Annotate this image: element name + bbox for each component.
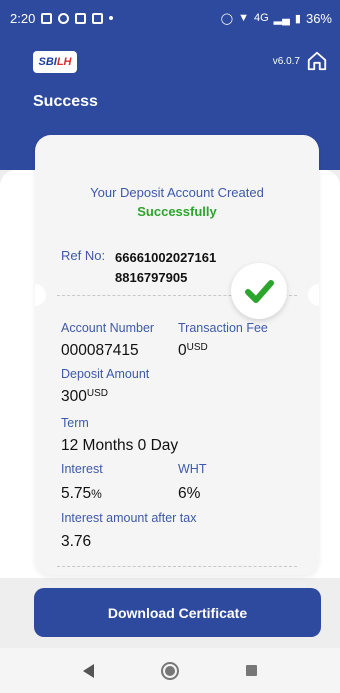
wifi-icon: ▼ [238,12,249,24]
sbilh-logo: SBI LH [33,51,77,73]
recent-apps-icon[interactable] [245,665,257,676]
vibrate-icon: ◯ [220,12,234,25]
battery-level: 36% [305,10,332,26]
card-notch-left [35,284,46,306]
transaction-fee-label: Transaction Fee [178,321,268,335]
term-value: 12 Months 0 Day [61,437,179,454]
youtube-notification-icon [92,12,104,24]
success-message: Your Deposit Account Created [90,185,264,200]
transaction-fee-value: 0USD [178,342,208,360]
logo-text-sbi: SBI [38,56,57,68]
page-title: Success [33,93,98,110]
gallery-notification-icon [41,12,53,24]
wht-value: 6% [178,485,201,502]
transaction-fee-unit: USD [186,342,208,353]
account-number-value: 000087415 [61,342,139,359]
app-version: v6.0.7 [272,56,300,67]
video-notification-icon [75,12,87,24]
back-icon[interactable] [83,663,95,678]
download-certificate-button[interactable]: Download Certificate [34,588,321,637]
deposit-amount: 300 [61,388,87,405]
card-notch-right [308,284,319,306]
network-type: 4G [253,12,269,24]
logo-text-lh: LH [56,56,72,68]
interest-label: Interest [61,462,103,476]
interest-value: 5.75% [61,485,102,503]
status-left: 2:20 [10,10,114,26]
interest-after-tax-label: Interest amount after tax [61,511,197,525]
wht-label: WHT [178,462,207,476]
transaction-fee-amount: 0 [178,342,187,359]
facebook-notification-icon [58,12,70,24]
home-icon[interactable] [306,50,328,72]
interest-unit: % [91,487,102,501]
nav-home-dot [164,665,175,676]
ref-label: Ref No: [61,248,106,263]
check-mark [245,280,274,303]
status-right: ◯ ▼ 4G ▂▄ ▮ 36% [221,11,332,26]
account-number-label: Account Number [61,321,155,335]
deposit-amount-value: 300USD [61,388,108,406]
divider-dashed-bottom [57,566,297,567]
status-time: 2:20 [10,10,36,26]
battery-icon: ▮ [294,12,301,25]
nav-home-icon[interactable] [160,661,179,680]
more-notifications-icon [109,16,114,20]
interest-after-tax-value: 3.76 [61,533,92,550]
ref-value: 66661002027161 8816797905 [115,250,217,285]
status-bar: 2:20 ◯ ▼ 4G ▂▄ ▮ 36% [0,0,340,36]
receipt-card: Your Deposit Account Created Successfull… [35,135,319,575]
interest-amount: 5.75 [61,485,92,502]
check-icon [231,263,287,319]
signal-icon: ▂▄ [273,12,290,25]
system-nav-bar [0,648,340,693]
deposit-amount-label: Deposit Amount [61,367,150,381]
success-status: Successfully [137,204,217,219]
deposit-amount-unit: USD [86,388,108,399]
term-label: Term [61,416,89,430]
